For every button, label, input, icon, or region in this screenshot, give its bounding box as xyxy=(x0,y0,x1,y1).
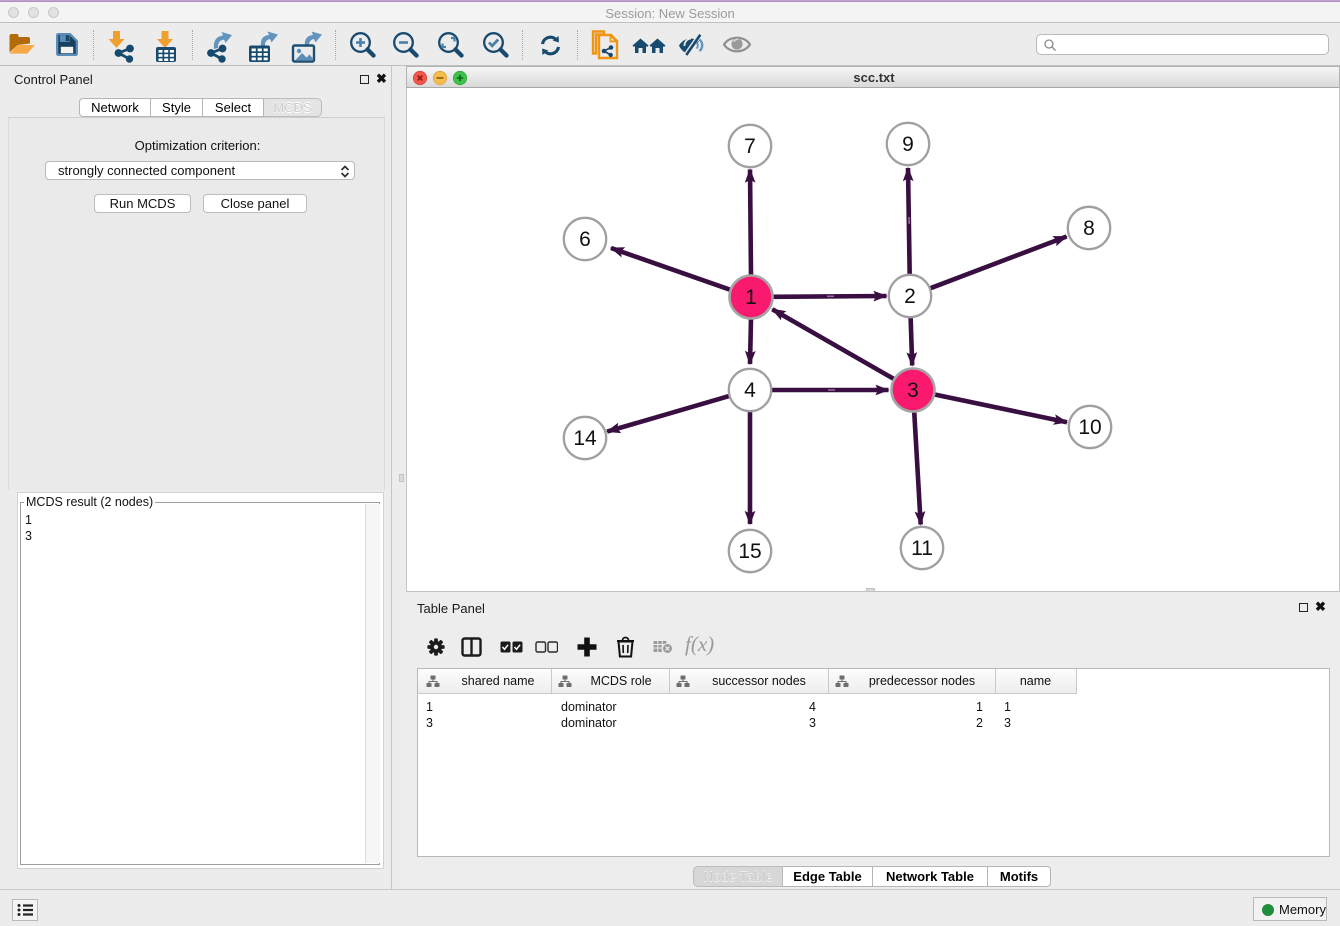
svg-text:7: 7 xyxy=(744,135,756,158)
svg-text:6: 6 xyxy=(579,228,591,251)
svg-text:3: 3 xyxy=(907,379,919,402)
svg-text:9: 9 xyxy=(902,133,914,156)
svg-text:10: 10 xyxy=(1078,416,1101,439)
svg-text:11: 11 xyxy=(911,537,933,560)
svg-text:1: 1 xyxy=(745,286,757,309)
svg-text:14: 14 xyxy=(573,427,597,450)
svg-text:8: 8 xyxy=(1083,217,1095,240)
svg-text:2: 2 xyxy=(904,285,916,308)
svg-text:4: 4 xyxy=(744,379,756,402)
svg-text:15: 15 xyxy=(738,540,761,563)
